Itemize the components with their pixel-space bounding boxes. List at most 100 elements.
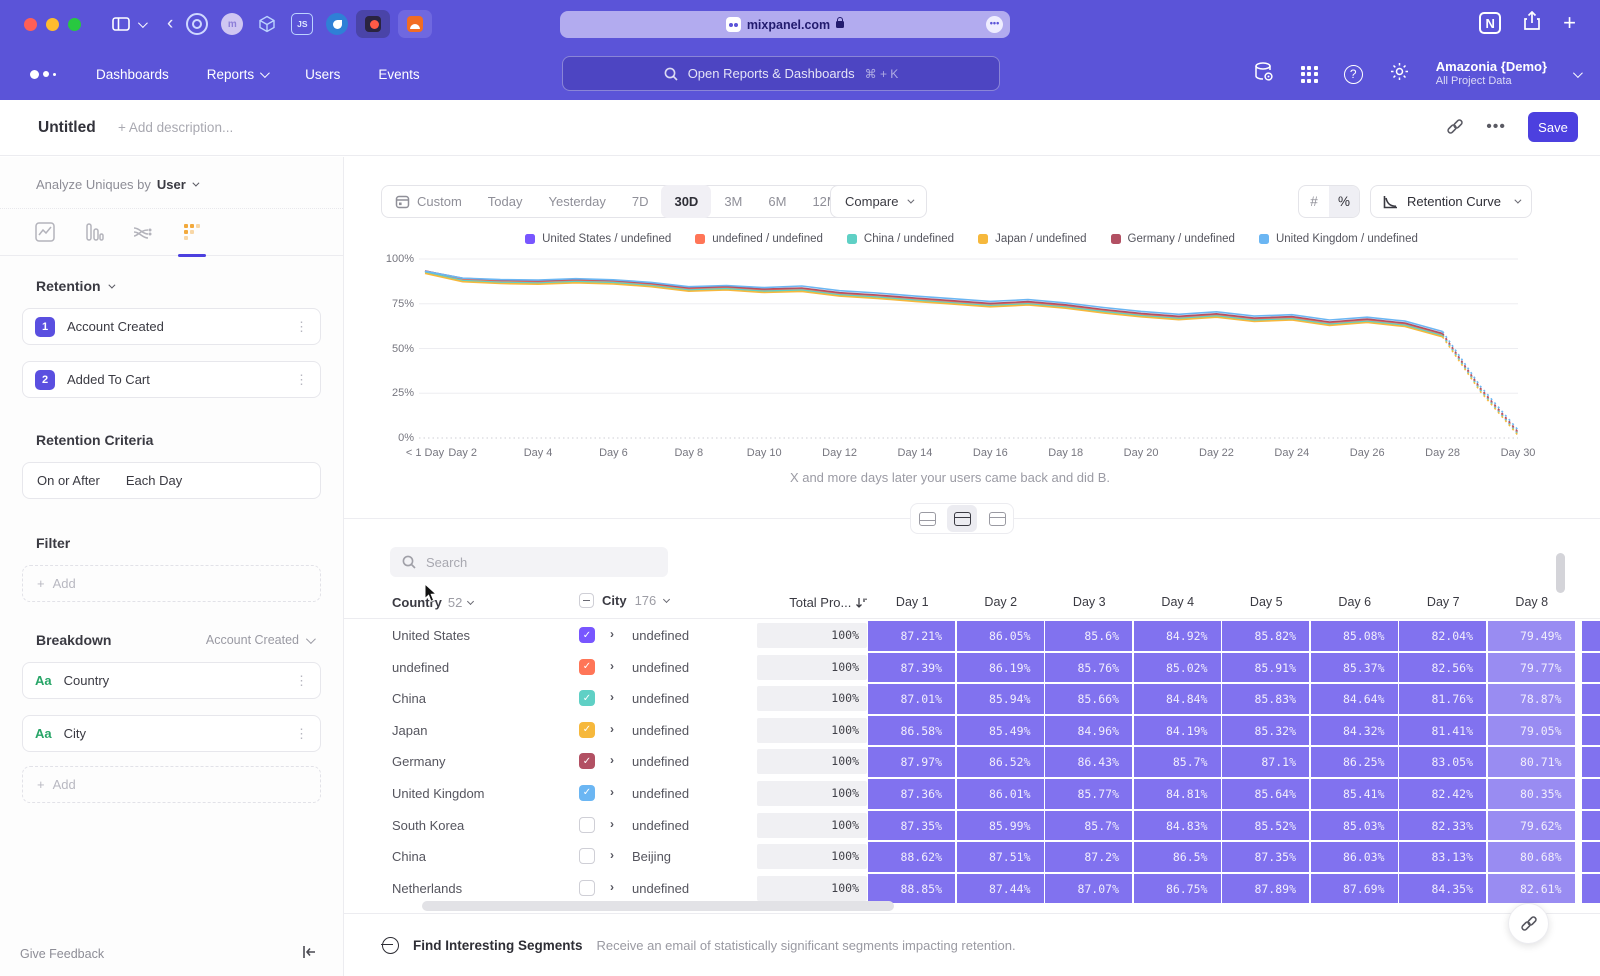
- pinned-tab-patreon-icon[interactable]: [356, 10, 390, 38]
- nav-events[interactable]: Events: [378, 67, 419, 82]
- step-card-1[interactable]: 1 Account Created ⋮: [22, 308, 321, 345]
- retention-cell[interactable]: 82.56%: [1399, 653, 1486, 683]
- window-controls[interactable]: [24, 18, 90, 31]
- retention-cell[interactable]: 85.83%: [1222, 684, 1309, 714]
- expand-row-icon[interactable]: ›: [610, 817, 614, 831]
- retention-cell[interactable]: 78.87%: [1488, 684, 1575, 714]
- day-column-header[interactable]: Day 4: [1134, 595, 1223, 609]
- legend-item[interactable]: Germany / undefined: [1111, 233, 1235, 245]
- retention-cell[interactable]: 84.32%: [1311, 716, 1398, 746]
- copy-link-icon[interactable]: [1446, 118, 1464, 136]
- row-checkbox[interactable]: ✓: [579, 753, 595, 769]
- range-3m[interactable]: 3M: [711, 185, 755, 218]
- retention-line-chart[interactable]: [344, 247, 1600, 467]
- retention-cell[interactable]: 85.49%: [957, 716, 1044, 746]
- project-switcher[interactable]: Amazonia {Demo} All Project Data: [1436, 59, 1547, 89]
- favicon-bird-icon[interactable]: [326, 13, 348, 35]
- retention-cell[interactable]: 87.44%: [957, 874, 1044, 904]
- save-button[interactable]: Save: [1528, 112, 1578, 142]
- retention-cell[interactable]: 87.35%: [1222, 842, 1309, 872]
- retention-cell[interactable]: 86.75%: [1134, 874, 1221, 904]
- step-event-name[interactable]: Account Created: [67, 319, 164, 334]
- expand-row-icon[interactable]: ›: [610, 659, 614, 673]
- retention-cell[interactable]: 87.36%: [868, 779, 955, 809]
- kebab-menu-icon[interactable]: ⋮: [295, 372, 308, 388]
- retention-cell[interactable]: 87.21%: [868, 621, 955, 651]
- expand-row-icon[interactable]: ›: [610, 753, 614, 767]
- retention-cell[interactable]: 87.01%: [868, 684, 955, 714]
- retention-cell[interactable]: 87.35%: [868, 811, 955, 841]
- expand-row-icon[interactable]: ›: [610, 690, 614, 704]
- retention-cell[interactable]: 85.02%: [1134, 653, 1221, 683]
- range-today[interactable]: Today: [475, 185, 536, 218]
- pinned-tab-soundcloud-icon[interactable]: [398, 10, 432, 38]
- retention-cell[interactable]: 85.99%: [957, 811, 1044, 841]
- retention-cell[interactable]: 86.43%: [1045, 747, 1132, 777]
- expand-row-icon[interactable]: ›: [610, 722, 614, 736]
- add-filter-button[interactable]: +Add: [22, 565, 321, 602]
- layout-table-focus-button[interactable]: [982, 505, 1012, 532]
- step-card-2[interactable]: 2 Added To Cart ⋮: [22, 361, 321, 398]
- table-search[interactable]: [390, 547, 668, 577]
- zoom-window-button[interactable]: [68, 18, 81, 31]
- range-7d[interactable]: 7D: [619, 185, 662, 218]
- retention-cell[interactable]: 81.41%: [1399, 716, 1486, 746]
- unit-count-button[interactable]: #: [1299, 186, 1329, 217]
- global-search[interactable]: Open Reports & Dashboards ⌘ + K: [562, 56, 1000, 91]
- retention-cell[interactable]: 84.19%: [1134, 716, 1221, 746]
- row-checkbox[interactable]: [579, 880, 595, 896]
- retention-cell[interactable]: 86.58%: [868, 716, 955, 746]
- tab-insights[interactable]: [32, 215, 58, 249]
- retention-cell[interactable]: 84.84%: [1134, 684, 1221, 714]
- new-tab-icon[interactable]: +: [1563, 10, 1576, 36]
- retention-cell[interactable]: 85.94%: [957, 684, 1044, 714]
- layout-chart-focus-button[interactable]: [912, 505, 942, 532]
- more-options-icon[interactable]: •••: [1486, 118, 1506, 136]
- row-checkbox[interactable]: ✓: [579, 722, 595, 738]
- tab-flows[interactable]: [130, 215, 156, 249]
- retention-cell[interactable]: 81.76%: [1399, 684, 1486, 714]
- retention-cell[interactable]: 83.13%: [1399, 842, 1486, 872]
- close-window-button[interactable]: [24, 18, 37, 31]
- settings-gear-icon[interactable]: [1389, 61, 1410, 87]
- nav-dashboards[interactable]: Dashboards: [96, 67, 169, 82]
- vertical-scrollbar[interactable]: [1556, 553, 1565, 593]
- retention-cell[interactable]: 85.7%: [1045, 811, 1132, 841]
- kebab-menu-icon[interactable]: ⋮: [295, 726, 308, 742]
- row-checkbox[interactable]: ✓: [579, 690, 595, 706]
- back-button[interactable]: ‹: [167, 13, 173, 35]
- row-checkbox[interactable]: [579, 848, 595, 864]
- report-title[interactable]: Untitled: [38, 119, 96, 137]
- kebab-menu-icon[interactable]: ⋮: [295, 673, 308, 689]
- retention-cell[interactable]: 86.25%: [1311, 747, 1398, 777]
- expand-row-icon[interactable]: ›: [610, 627, 614, 641]
- column-total[interactable]: Total Pro...: [757, 595, 867, 610]
- nav-reports[interactable]: Reports: [207, 67, 267, 82]
- retention-cell[interactable]: 80.71%: [1488, 747, 1575, 777]
- retention-cell[interactable]: 87.69%: [1311, 874, 1398, 904]
- row-checkbox[interactable]: [579, 817, 595, 833]
- table-search-input[interactable]: [426, 555, 636, 570]
- retention-cell[interactable]: 84.96%: [1045, 716, 1132, 746]
- address-options-icon[interactable]: •••: [986, 16, 1003, 33]
- sidebar-toggle-icon[interactable]: [112, 17, 145, 31]
- address-bar[interactable]: mixpanel.com •••: [560, 11, 1010, 38]
- legend-item[interactable]: undefined / undefined: [695, 233, 823, 245]
- legend-item[interactable]: United Kingdom / undefined: [1259, 233, 1418, 245]
- retention-cell[interactable]: 84.83%: [1134, 811, 1221, 841]
- day-column-header[interactable]: Day 2: [957, 595, 1046, 609]
- nav-users[interactable]: Users: [305, 67, 340, 82]
- retention-cell[interactable]: 85.76%: [1045, 653, 1132, 683]
- retention-cell[interactable]: 87.2%: [1045, 842, 1132, 872]
- retention-cell[interactable]: 79.62%: [1488, 811, 1575, 841]
- row-checkbox[interactable]: ✓: [579, 659, 595, 675]
- breakdown-property-name[interactable]: City: [64, 726, 86, 741]
- retention-cell[interactable]: 85.37%: [1311, 653, 1398, 683]
- select-all-checkbox[interactable]: [579, 593, 594, 608]
- expand-row-icon[interactable]: ›: [610, 785, 614, 799]
- criteria-on-or-after[interactable]: On or After: [37, 473, 100, 488]
- retention-cell[interactable]: 79.05%: [1488, 716, 1575, 746]
- day-column-header[interactable]: Day 5: [1222, 595, 1311, 609]
- day-column-header[interactable]: Day 8: [1488, 595, 1577, 609]
- tab-retention[interactable]: [179, 215, 205, 249]
